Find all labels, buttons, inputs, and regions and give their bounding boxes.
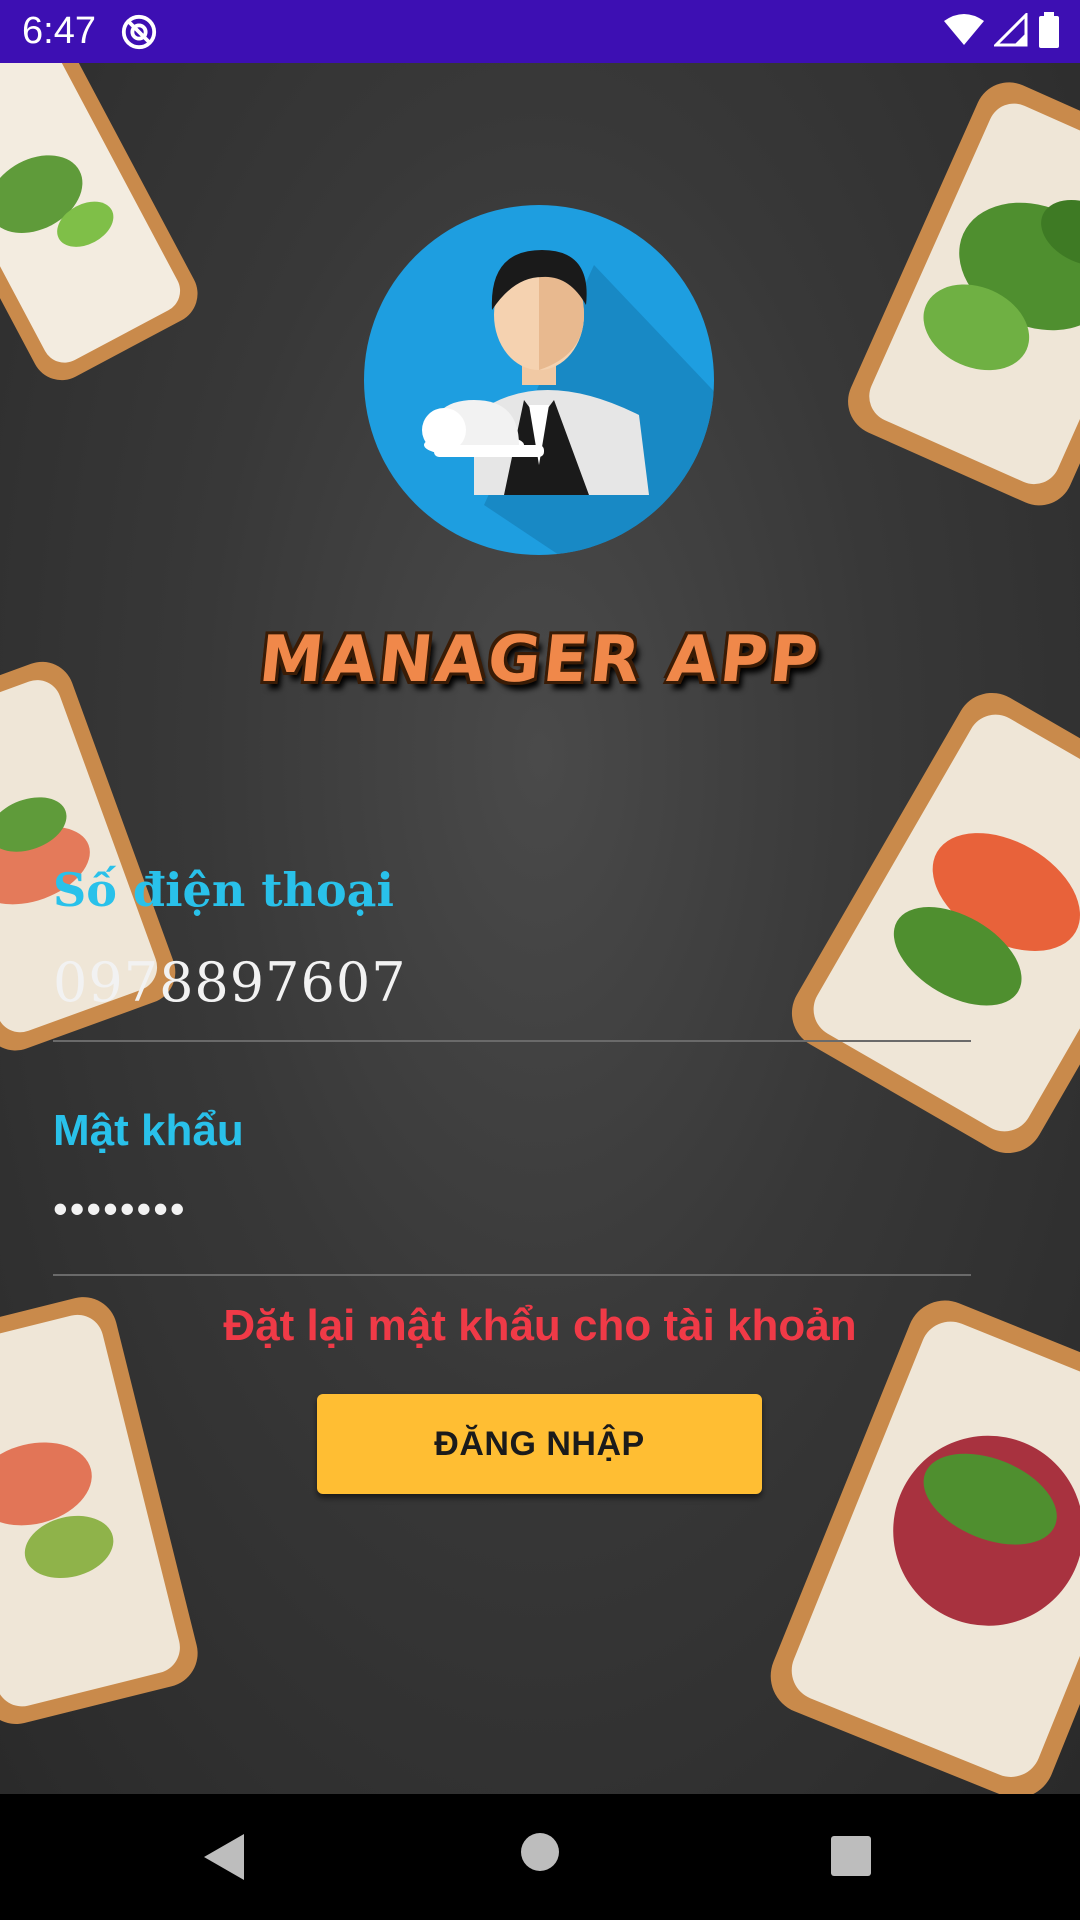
phone-label: Số điện thoại (53, 863, 394, 917)
navigation-bar (0, 1794, 1080, 1920)
login-button[interactable]: ĐĂNG NHẬP (317, 1394, 762, 1494)
phone-input-underline (53, 1040, 971, 1042)
password-label: Mật khẩu (53, 1106, 244, 1155)
password-input-underline (53, 1274, 971, 1276)
wifi-icon (944, 14, 984, 45)
password-input[interactable]: •••••••• (53, 1185, 187, 1233)
login-background: MANAGER APP Số điện thoại 0978897607 Mật… (0, 63, 1080, 1794)
status-time: 6:47 (22, 10, 96, 52)
login-screen: 6:47 MANAGER APP Số điện thoại 097889760… (0, 0, 1080, 1920)
recents-square-icon[interactable] (831, 1836, 871, 1876)
home-circle-icon[interactable] (520, 1832, 560, 1872)
back-triangle-icon[interactable] (202, 1832, 246, 1882)
reset-password-link[interactable]: Đặt lại mật khẩu cho tài khoản (0, 1301, 1080, 1351)
signal-icon (994, 13, 1028, 47)
battery-icon (1039, 12, 1059, 48)
status-bar: 6:47 (0, 0, 1080, 63)
waiter-avatar-icon (364, 205, 714, 555)
phone-input[interactable]: 0978897607 (53, 951, 407, 1014)
app-title: MANAGER APP (255, 623, 825, 697)
at-sign-icon (121, 14, 157, 50)
